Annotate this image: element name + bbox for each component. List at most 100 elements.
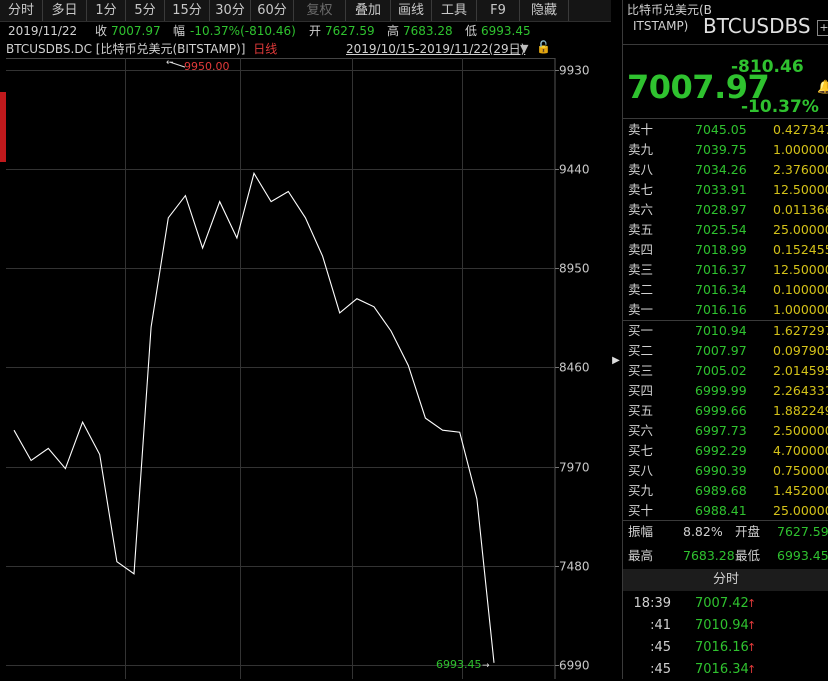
toolbar-button[interactable]: 30分 — [210, 0, 251, 21]
ask-volume: 0.10000000 — [773, 282, 828, 297]
toolbar-button[interactable]: 1分 — [87, 0, 126, 21]
collapse-panel-icon[interactable]: ▶ — [611, 350, 621, 372]
tick-price: 7016.16 — [695, 640, 749, 655]
ask-price: 7028.97 — [695, 202, 747, 217]
bid-row[interactable]: 买八 6990.39 0.75000000 — [623, 461, 828, 481]
ask-label: 卖九 — [628, 142, 654, 157]
y-tick-label: 7480 — [559, 560, 590, 574]
amplitude-value: 8.82% — [683, 524, 723, 539]
y-tick-label: 9440 — [559, 163, 590, 177]
low-value: 6993.45 — [777, 548, 828, 563]
chart-period[interactable]: 日线 — [253, 42, 277, 56]
alert-bell-icon[interactable]: 🔔 — [817, 80, 828, 95]
ask-volume: 25.0000000 — [773, 222, 828, 237]
ask-price: 7016.16 — [695, 302, 747, 317]
tick-time: 18:39 — [633, 596, 671, 611]
info-close-label: 收 — [95, 24, 108, 38]
toolbar-button[interactable]: 工具 — [432, 0, 477, 21]
ask-volume: 1.00000000 — [773, 142, 828, 157]
ask-label: 卖七 — [628, 182, 654, 197]
divider — [623, 520, 828, 521]
instrument-name: 比特币兑美元(B — [627, 3, 712, 17]
bid-row[interactable]: 买三 7005.02 2.01459500 — [623, 361, 828, 381]
toolbar-button[interactable]: 15分 — [165, 0, 210, 21]
unlock-icon[interactable]: 🔓 — [536, 40, 551, 54]
add-icon[interactable]: + — [817, 20, 828, 36]
instrument-code: BTCUSDBS — [703, 14, 811, 38]
toolbar-button[interactable]: 叠加 — [346, 0, 391, 21]
ask-price: 7033.91 — [695, 182, 747, 197]
quote-info-row: 2019/11/22 收 7007.97 幅 -10.37%(-810.46) … — [0, 22, 611, 40]
bid-row[interactable]: 买七 6992.29 4.70000000 — [623, 441, 828, 461]
toolbar-button[interactable]: F9 — [477, 0, 520, 21]
ask-row[interactable]: 卖八 7034.26 2.37600000 — [623, 160, 828, 180]
price-chart[interactable]: 6990 7480 7970 8460 8950 9440 9930 ← 9950.00 6993… — [0, 58, 611, 679]
ask-price: 7034.26 — [695, 162, 747, 177]
info-close: 7007.97 — [111, 24, 161, 38]
tick-header[interactable]: 分时 — [623, 569, 828, 591]
chart-toolbar: 分时 多日 1分 5分 15分 30分 60分 复权 叠加 画线 工具 F9 隐藏 — [0, 0, 611, 22]
ask-volume: 1.00000000 — [773, 302, 828, 317]
toolbar-button[interactable]: 复权 — [294, 0, 346, 21]
ask-label: 卖八 — [628, 162, 654, 177]
bid-volume: 25.0000000 — [773, 503, 828, 518]
bid-price: 7010.94 — [695, 323, 747, 338]
price-change-pct: -10.37% — [741, 97, 819, 117]
ask-row[interactable]: 卖五 7025.54 25.0000000 — [623, 220, 828, 240]
open-value: 7627.59 — [777, 524, 828, 539]
tick-price: 7007.42 — [695, 596, 749, 611]
toolbar-button[interactable]: 多日 — [43, 0, 87, 21]
bid-volume: 0.75000000 — [773, 463, 828, 478]
ask-row[interactable]: 卖十 7045.05 0.42734777 — [623, 120, 828, 140]
ask-row[interactable]: 卖二 7016.34 0.10000000 — [623, 280, 828, 300]
ask-row[interactable]: 卖九 7039.75 1.00000000 — [623, 140, 828, 160]
ask-volume: 0.42734777 — [773, 122, 828, 137]
ask-price: 7016.37 — [695, 262, 747, 277]
bid-row[interactable]: 买六 6997.73 2.50000000 — [623, 421, 828, 441]
tick-row: :417010.94↑↑ — [623, 615, 828, 637]
bid-row[interactable]: 买一 7010.94 1.62729727 — [623, 321, 828, 341]
chart-date-range[interactable]: 2019/10/15-2019/11/22(29日) — [346, 41, 525, 58]
amplitude-label: 振幅 — [628, 524, 654, 539]
min-annotation-label: 6993.45 — [436, 658, 482, 671]
ask-row[interactable]: 卖七 7033.91 12.5000000 — [623, 180, 828, 200]
bid-price: 6992.29 — [695, 443, 747, 458]
toolbar-button[interactable]: 隐藏 — [520, 0, 569, 21]
toolbar-button[interactable]: 5分 — [126, 0, 165, 21]
bid-price: 6990.39 — [695, 463, 747, 478]
bid-volume: 2.50000000 — [773, 423, 828, 438]
bid-price: 6997.73 — [695, 423, 747, 438]
y-tick-label: 8460 — [559, 361, 590, 375]
info-open-label: 开 — [309, 24, 322, 38]
bid-volume: 0.09790524 — [773, 343, 828, 358]
max-annotation-label: 9950.00 — [184, 60, 230, 73]
range-dropdown-icon[interactable]: ▼ — [520, 42, 528, 55]
info-low-label: 低 — [465, 24, 478, 38]
low-label: 最低 — [735, 548, 761, 563]
ask-row[interactable]: 卖四 7018.99 0.15245570 — [623, 240, 828, 260]
ask-row[interactable]: 卖六 7028.97 0.01136600 — [623, 200, 828, 220]
ask-row[interactable]: 卖一 7016.16 1.00000000 — [623, 300, 828, 320]
bid-row[interactable]: 买十 6988.41 25.0000000 — [623, 501, 828, 521]
bid-row[interactable]: 买二 7007.97 0.09790524 — [623, 341, 828, 361]
info-change: -10.37%(-810.46) — [190, 24, 296, 38]
stats-row-2: 最高 7683.28 最低 6993.45 — [623, 546, 828, 566]
ask-label: 卖三 — [628, 262, 654, 277]
ask-row[interactable]: 卖三 7016.37 12.5000000 — [623, 260, 828, 280]
tick-price: 7016.34 — [695, 662, 749, 677]
toolbar-button[interactable]: 画线 — [391, 0, 432, 21]
tick-time: :45 — [650, 662, 671, 677]
bid-price: 6988.41 — [695, 503, 747, 518]
tick-row: :457016.34↑↑ — [623, 659, 828, 681]
divider — [623, 118, 828, 119]
bid-volume: 1.45200000 — [773, 483, 828, 498]
toolbar-button[interactable]: 分时 — [0, 0, 43, 21]
toolbar-button[interactable]: 60分 — [251, 0, 294, 21]
bid-label: 买一 — [628, 323, 654, 338]
ask-label: 卖一 — [628, 302, 654, 317]
bid-row[interactable]: 买四 6999.99 2.26433180 — [623, 381, 828, 401]
bid-row[interactable]: 买五 6999.66 1.88224938 — [623, 401, 828, 421]
bid-row[interactable]: 买九 6989.68 1.45200000 — [623, 481, 828, 501]
bid-price: 7005.02 — [695, 363, 747, 378]
y-tick-label: 6990 — [559, 659, 590, 673]
